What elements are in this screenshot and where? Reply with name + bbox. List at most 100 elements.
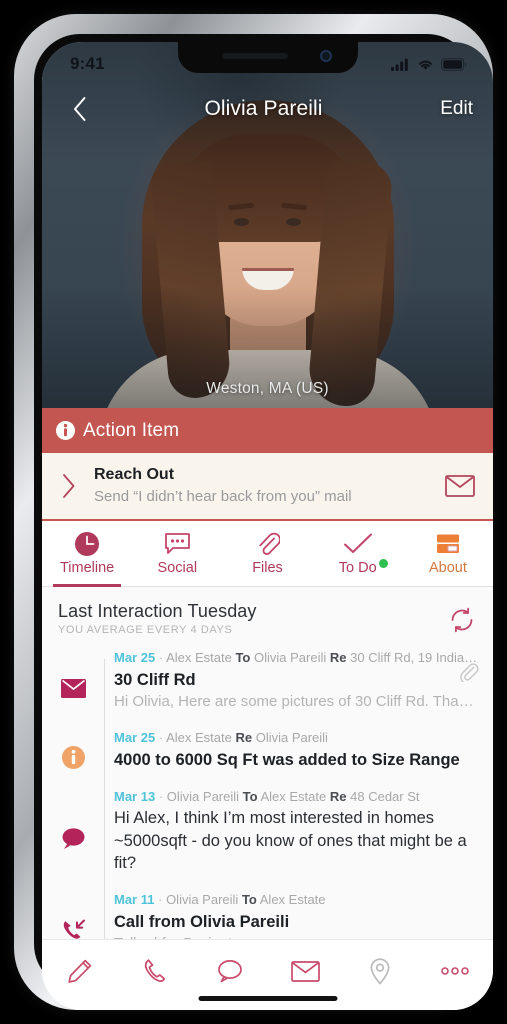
timeline-item-content: Mar 13 · Olivia Pareili To Alex Estate R… [104,787,477,874]
status-icons [391,57,467,71]
display-notch [177,42,358,73]
envelope-filled-icon [42,648,104,712]
timeline-item-content: Mar 25 · Alex Estate Re Olivia Pareili 4… [104,728,477,771]
timeline-header: Last Interaction Tuesday YOU AVERAGE EVE… [42,587,493,640]
screenshot-stage: Weston, MA (US) 9:41 Olivia Pareili Edit… [0,0,507,1024]
event-to-label: To [241,892,257,908]
compose-note-button[interactable] [42,952,117,990]
event-date: Mar 11 [114,892,155,908]
timeline-list[interactable]: Last Interaction Tuesday YOU AVERAGE EVE… [42,587,493,939]
chat-icon [218,960,242,983]
timeline-item-preview: Hi Olivia, Here are some pictures of 30 … [114,692,474,710]
phone-icon [145,959,166,982]
event-sender: Olivia Pareili [166,788,240,804]
paperclip-icon [460,663,479,685]
more-dots-icon [441,967,470,975]
tab-files[interactable]: Files [222,523,312,586]
timeline-item-meta: Mar 13 · Olivia Pareili To Alex Estate R… [114,787,477,807]
card-icon [435,530,461,557]
tab-label-files: Files [252,560,283,576]
envelope-outline-icon [445,475,475,497]
info-circle-icon [42,728,104,771]
action-item-expand[interactable] [58,473,80,499]
event-to-label: To [242,788,258,804]
timeline-item-meta: Mar 25 · Alex Estate Re Olivia Pareili [114,728,477,748]
earpiece-speaker [221,53,288,59]
tab-todo[interactable]: To Do [313,523,403,586]
chat-dots-icon [164,530,191,557]
check-icon [343,530,373,557]
phone-screen: Weston, MA (US) 9:41 Olivia Pareili Edit… [42,42,493,1010]
timeline-item[interactable]: Mar 25 · Alex Estate To Olivia Pareili R… [42,640,493,720]
tab-about[interactable]: About [403,523,493,586]
timeline-item-title: Call from Olivia Pareili [114,912,290,931]
event-sender: Olivia Pareili [166,892,239,908]
chat-filled-icon [42,787,104,874]
signal-bars-icon [391,58,408,71]
call-button[interactable] [117,952,192,990]
tab-label-todo: To Do [339,559,388,576]
tab-bar: Timeline Social Files To Do About [42,523,493,587]
action-item-mail-button[interactable] [445,475,475,497]
event-date: Mar 25 [114,730,156,746]
event-date: Mar 13 [114,788,156,804]
action-item-header: Action Item [42,408,493,453]
message-button[interactable] [192,952,267,990]
map-pin-icon [370,957,390,985]
event-re-value: Olivia Pareili [255,730,328,746]
timeline-heading: Last Interaction Tuesday [58,601,257,621]
todo-badge [378,559,388,568]
bottom-action-bar [42,939,493,1010]
event-re-value: 48 Cedar St [350,788,420,804]
home-indicator [198,996,337,1001]
event-to-value: Olivia Pareili [254,650,327,665]
event-to-label: To [235,650,251,665]
phone-incoming-icon [42,890,104,939]
action-item-texts: Reach Out Send “I didn’t hear back from … [94,465,431,507]
location-button[interactable] [343,952,418,990]
tab-label-timeline: Timeline [59,560,115,576]
event-to-value: Alex Estate [259,892,326,908]
timeline-subheading: YOU AVERAGE EVERY 4 DAYS [58,624,233,636]
event-re-label: Re [329,788,347,804]
status-time: 9:41 [70,54,105,73]
action-item-row[interactable]: Reach Out Send “I didn’t hear back from … [42,453,493,521]
photo-eye-right [286,218,301,226]
tab-timeline[interactable]: Timeline [42,523,132,587]
front-camera [319,50,332,62]
meta-separator: · [158,788,167,804]
timeline-item-meta: Mar 11 · Olivia Pareili To Alex Estate [114,890,477,910]
tab-label-about: About [428,560,467,576]
email-button[interactable] [268,952,343,990]
refresh-button[interactable] [447,605,477,640]
timeline-item[interactable]: Mar 25 · Alex Estate Re Olivia Pareili 4… [42,720,493,779]
timeline-item-title: Hi Alex, I think I’m most interested in … [114,809,467,872]
timeline-item-meta: Mar 25 · Alex Estate To Olivia Pareili R… [114,648,477,668]
timeline-item[interactable]: Mar 11 · Olivia Pareili To Alex Estate C… [42,882,493,939]
envelope-icon [290,960,320,982]
action-item-subtitle: Send “I didn’t hear back from you” mail [94,487,352,505]
timeline-item[interactable]: Mar 13 · Olivia Pareili To Alex Estate R… [42,779,493,882]
page-title: Olivia Pareili [204,97,323,120]
event-to-value: Alex Estate [260,788,327,804]
chevron-left-icon [73,97,85,121]
meta-separator: · [158,730,167,746]
edit-button[interactable]: Edit [431,98,473,120]
wifi-icon [418,60,433,70]
info-icon [56,421,75,440]
phone-frame: Weston, MA (US) 9:41 Olivia Pareili Edit… [14,14,493,1010]
more-button[interactable] [418,952,493,990]
refresh-icon [451,607,473,633]
action-item-header-title: Action Item [83,419,180,441]
event-re-label: Re [329,650,347,665]
tab-social[interactable]: Social [132,523,222,586]
meta-separator: · [158,650,167,665]
event-re-label: Re [235,730,253,746]
back-button[interactable] [62,92,96,126]
attachment-indicator[interactable] [459,662,479,687]
action-item-title: Reach Out [94,465,175,483]
tab-label-social: Social [157,560,198,576]
event-sender: Alex Estate [166,730,232,746]
battery-icon [441,57,467,71]
timeline-item-content: Mar 25 · Alex Estate To Olivia Pareili R… [104,648,477,712]
